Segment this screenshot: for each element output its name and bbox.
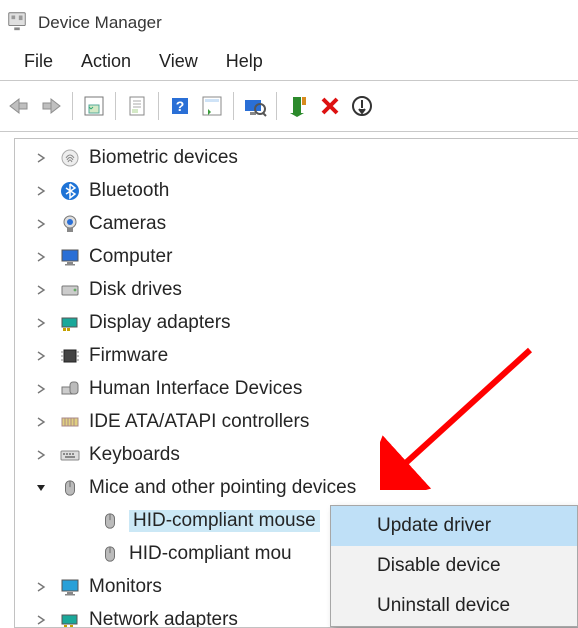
toolbar-separator: [115, 92, 116, 120]
chevron-right-icon[interactable]: [31, 148, 51, 168]
category-mice[interactable]: Mice and other pointing devices: [15, 471, 578, 504]
help-button[interactable]: ?: [165, 91, 195, 121]
toolbar-separator: [72, 92, 73, 120]
context-menu-update-driver[interactable]: Update driver: [331, 506, 577, 546]
chevron-right-icon[interactable]: [31, 247, 51, 267]
category-label: Cameras: [89, 213, 166, 235]
category-label: Computer: [89, 246, 172, 268]
menu-view[interactable]: View: [145, 49, 212, 74]
category-bluetooth[interactable]: Bluetooth: [15, 174, 578, 207]
window-title: Device Manager: [38, 13, 162, 33]
chevron-right-icon[interactable]: [31, 412, 51, 432]
category-label: Network adapters: [89, 609, 238, 628]
toolbar-separator: [276, 92, 277, 120]
menu-help[interactable]: Help: [212, 49, 277, 74]
category-label: Keyboards: [89, 444, 180, 466]
chevron-right-icon[interactable]: [31, 379, 51, 399]
context-menu-uninstall-device[interactable]: Uninstall device: [331, 586, 577, 626]
category-disk-drives[interactable]: Disk drives: [15, 273, 578, 306]
context-menu-disable-device[interactable]: Disable device: [331, 546, 577, 586]
monitor-icon: [59, 576, 81, 598]
ide-icon: [59, 411, 81, 433]
firmware-icon: [59, 345, 81, 367]
category-computer[interactable]: Computer: [15, 240, 578, 273]
toolbar-separator: [158, 92, 159, 120]
mouse-icon: [99, 543, 121, 565]
category-label: Monitors: [89, 576, 162, 598]
uninstall-button[interactable]: [315, 91, 345, 121]
fingerprint-icon: [59, 147, 81, 169]
forward-button[interactable]: [36, 91, 66, 121]
display-adapter-icon: [59, 312, 81, 334]
svg-text:?: ?: [176, 98, 185, 114]
category-biometric[interactable]: Biometric devices: [15, 141, 578, 174]
update-driver-button[interactable]: [283, 91, 313, 121]
category-label: Biometric devices: [89, 147, 238, 169]
show-hidden-button[interactable]: [79, 91, 109, 121]
category-label: IDE ATA/ATAPI controllers: [89, 411, 309, 433]
chevron-down-icon[interactable]: [31, 478, 51, 498]
network-icon: [59, 609, 81, 628]
properties-button[interactable]: [122, 91, 152, 121]
chevron-right-icon[interactable]: [31, 445, 51, 465]
device-manager-icon: [6, 10, 28, 37]
hid-icon: [59, 378, 81, 400]
action-list-button[interactable]: [197, 91, 227, 121]
chevron-right-icon[interactable]: [31, 181, 51, 201]
category-label: Firmware: [89, 345, 168, 367]
camera-icon: [59, 213, 81, 235]
titlebar: Device Manager: [0, 0, 578, 46]
context-menu: Update driver Disable device Uninstall d…: [330, 505, 578, 627]
category-hid[interactable]: Human Interface Devices: [15, 372, 578, 405]
menu-action[interactable]: Action: [67, 49, 145, 74]
keyboard-icon: [59, 444, 81, 466]
category-firmware[interactable]: Firmware: [15, 339, 578, 372]
mouse-icon: [59, 477, 81, 499]
disable-button[interactable]: [347, 91, 377, 121]
device-label: HID-compliant mou: [129, 543, 292, 565]
category-ide[interactable]: IDE ATA/ATAPI controllers: [15, 405, 578, 438]
toolbar-separator: [233, 92, 234, 120]
scan-hardware-button[interactable]: [240, 91, 270, 121]
computer-icon: [59, 246, 81, 268]
toolbar: ?: [0, 80, 578, 132]
category-keyboards[interactable]: Keyboards: [15, 438, 578, 471]
category-label: Bluetooth: [89, 180, 169, 202]
mouse-icon: [99, 510, 121, 532]
category-label: Mice and other pointing devices: [89, 477, 356, 499]
category-cameras[interactable]: Cameras: [15, 207, 578, 240]
back-button[interactable]: [4, 91, 34, 121]
bluetooth-icon: [59, 180, 81, 202]
chevron-right-icon[interactable]: [31, 214, 51, 234]
category-label: Display adapters: [89, 312, 231, 334]
chevron-right-icon[interactable]: [31, 577, 51, 597]
chevron-right-icon[interactable]: [31, 610, 51, 628]
menubar: File Action View Help: [0, 46, 578, 80]
chevron-right-icon[interactable]: [31, 280, 51, 300]
device-label: HID-compliant mouse: [129, 510, 320, 532]
category-label: Disk drives: [89, 279, 182, 301]
chevron-right-icon[interactable]: [31, 313, 51, 333]
category-label: Human Interface Devices: [89, 378, 302, 400]
menu-file[interactable]: File: [10, 49, 67, 74]
category-display-adapters[interactable]: Display adapters: [15, 306, 578, 339]
chevron-right-icon[interactable]: [31, 346, 51, 366]
disk-icon: [59, 279, 81, 301]
